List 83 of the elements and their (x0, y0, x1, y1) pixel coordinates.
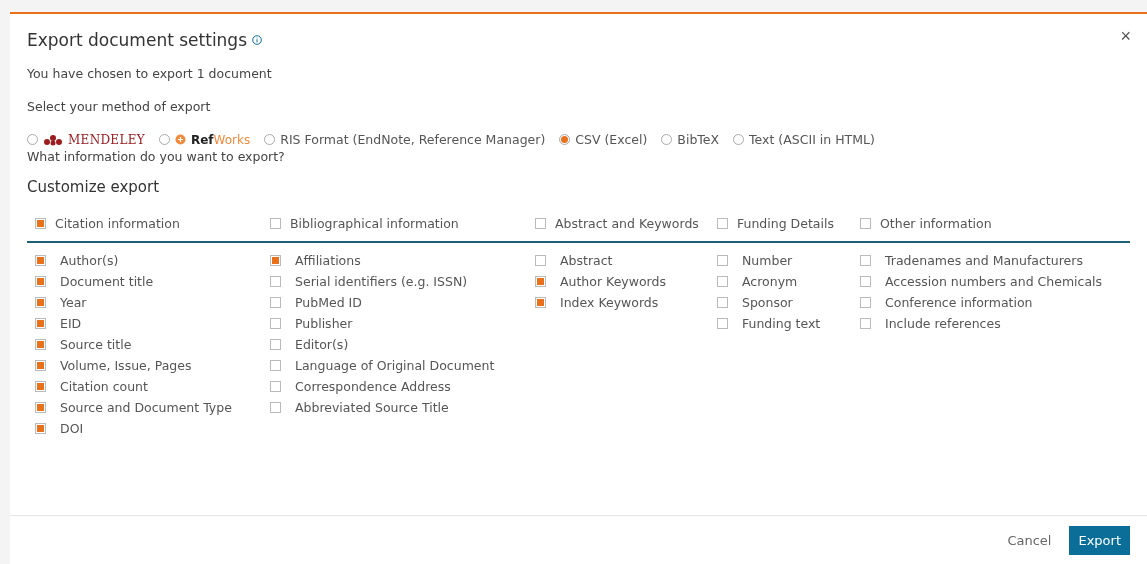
checkbox[interactable] (860, 255, 871, 266)
group-label: Bibliographical information (290, 216, 459, 231)
field-label: Correspondence Address (295, 379, 451, 394)
checkbox[interactable] (35, 318, 46, 329)
checkbox[interactable] (717, 318, 728, 329)
info-prompt: What information do you want to export? (27, 149, 286, 164)
field-label: Abbreviated Source Title (295, 400, 449, 415)
checkbox[interactable] (860, 318, 871, 329)
checkbox[interactable] (270, 381, 281, 392)
field-label: Include references (885, 316, 1001, 331)
checkbox[interactable] (270, 276, 281, 287)
checkbox[interactable] (535, 276, 546, 287)
checkbox[interactable] (535, 297, 546, 308)
field-label: Funding text (742, 316, 821, 331)
checkbox[interactable] (717, 297, 728, 308)
checkbox[interactable] (860, 218, 871, 229)
checkbox[interactable] (35, 276, 46, 287)
summary-text: You have chosen to export 1 document (27, 66, 273, 81)
field-label: Citation count (60, 379, 148, 394)
field-label: EID (60, 316, 82, 331)
checkbox[interactable] (35, 218, 46, 229)
checkbox[interactable] (270, 318, 281, 329)
checkbox[interactable] (860, 276, 871, 287)
info-icon[interactable] (252, 35, 263, 45)
field-label: PubMed ID (295, 295, 362, 310)
field-label: Document title (60, 274, 154, 289)
close-button[interactable]: × (1120, 26, 1131, 47)
field-label: Serial identifiers (e.g. ISSN) (295, 274, 468, 289)
field-label: Author Keywords (560, 274, 666, 289)
field-label: Acronym (742, 274, 798, 289)
checkbox[interactable] (35, 360, 46, 371)
checkbox[interactable] (270, 255, 281, 266)
method-label: CSV (Excel) (575, 132, 648, 147)
field-label: Accession numbers and Chemicals (885, 274, 1103, 289)
dialog-title: Export document settings (27, 30, 248, 50)
field-label: Abstract (560, 253, 613, 268)
checkbox[interactable] (717, 276, 728, 287)
mendeley-logo-icon (43, 133, 63, 146)
method-label: RIS Format (EndNote, Reference Manager) (280, 132, 546, 147)
checkbox[interactable] (35, 297, 46, 308)
group-label: Abstract and Keywords (555, 216, 699, 231)
field-label: Editor(s) (295, 337, 349, 352)
field-label: Volume, Issue, Pages (60, 358, 192, 373)
group-label: Other information (880, 216, 992, 231)
group-label: Funding Details (737, 216, 834, 231)
field-label: Tradenames and Manufacturers (885, 253, 1083, 268)
method-label: Text (ASCII in HTML) (749, 132, 875, 147)
checkbox[interactable] (35, 255, 46, 266)
field-label: Number (742, 253, 793, 268)
mendeley-logo: MENDELEY (68, 132, 145, 147)
field-label: Conference information (885, 295, 1033, 310)
checkbox[interactable] (535, 218, 546, 229)
method-prompt: Select your method of export (27, 99, 212, 114)
method-label: BibTeX (677, 132, 720, 147)
section-title: Customize export (27, 178, 161, 196)
cancel-button[interactable]: Cancel (1001, 531, 1058, 549)
field-label: Year (60, 295, 87, 310)
checkbox[interactable] (860, 297, 871, 308)
checkbox[interactable] (35, 423, 46, 434)
field-label: Source and Document Type (60, 400, 232, 415)
checkbox[interactable] (535, 255, 546, 266)
checkbox[interactable] (270, 402, 281, 413)
group-label: Citation information (55, 216, 180, 231)
field-label: Source title (60, 337, 132, 352)
checkbox[interactable] (35, 339, 46, 350)
export-button[interactable]: Export (1069, 525, 1130, 555)
checkbox[interactable] (35, 402, 46, 413)
refworks-logo-icon (175, 134, 186, 145)
field-label: Language of Original Document (295, 358, 495, 373)
checkbox[interactable] (717, 218, 728, 229)
field-label: Affiliations (295, 253, 361, 268)
checkbox[interactable] (270, 218, 281, 229)
refworks-logo: RefWorks (191, 132, 251, 147)
field-label: DOI (60, 421, 84, 436)
field-label: Author(s) (60, 253, 119, 268)
checkbox[interactable] (35, 381, 46, 392)
checkbox[interactable] (270, 339, 281, 350)
field-label: Index Keywords (560, 295, 659, 310)
field-label: Publisher (295, 316, 353, 331)
checkbox[interactable] (717, 255, 728, 266)
checkbox[interactable] (270, 360, 281, 371)
field-label: Sponsor (742, 295, 793, 310)
checkbox[interactable] (270, 297, 281, 308)
